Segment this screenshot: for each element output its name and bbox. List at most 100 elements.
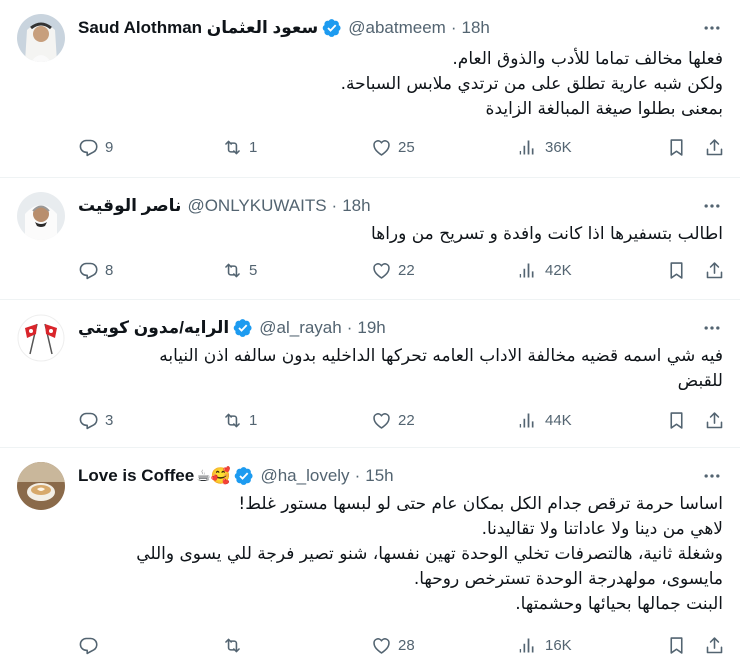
tweet-actions: 9 1 25 36K [78,135,726,159]
tweet-text-line: للقبض [677,371,723,391]
tweet-actions: 28 16K [78,633,726,657]
views-button[interactable]: 16K [518,635,572,656]
timestamp[interactable]: 19h [357,318,385,338]
like-icon [371,635,392,656]
reply-icon [78,260,99,281]
more-icon[interactable] [702,466,722,486]
display-name[interactable]: Love is Coffee [78,466,194,486]
view-count: 16K [545,636,572,654]
retweet-button[interactable] [222,635,249,656]
handle[interactable]: @ha_lovely [260,466,349,486]
avatar[interactable] [17,462,65,510]
like-count: 22 [398,411,415,429]
reply-count: 8 [105,261,114,279]
retweet-count: 1 [249,138,258,156]
reply-button[interactable]: 3 [78,410,113,431]
tweet-text-line: اطالب بتسفيرها اذا كانت وافدة و تسريح من… [371,224,723,244]
retweet-icon [222,260,243,281]
separator-dot: · [346,318,353,337]
like-count: 22 [398,261,415,279]
tweet-text-line: وشغلة ثانية، هالتصرفات تخلي الوحدة تهين … [136,544,723,564]
tweet-text: اطالب بتسفيرها اذا كانت وافدة و تسريح من… [78,222,723,247]
view-count: 42K [545,261,572,279]
verified-badge-icon [322,18,342,38]
more-icon[interactable] [702,196,722,216]
reply-button[interactable]: 8 [78,260,113,281]
more-icon[interactable] [702,18,722,38]
handle[interactable]: @al_rayah [259,318,341,338]
tweet-text-line: لاهي من دينا ولا عاداتنا ولا تقاليدنا. [481,519,723,539]
timestamp[interactable]: 18h [342,196,370,216]
separator-dot: · [354,466,361,485]
like-button[interactable]: 25 [371,137,415,158]
tweet-text: فيه شي اسمه قضيه مخالفة الاداب العامه تح… [78,344,723,394]
tweet[interactable]: ناصر الوقيت @ONLYKUWAITS · 18h اطالب بتس… [0,178,740,300]
verified-badge-icon [233,318,253,338]
retweet-button[interactable]: 5 [222,260,257,281]
retweet-button[interactable]: 1 [222,137,257,158]
like-icon [371,410,392,431]
display-name[interactable]: الرايه/مدون كويتي [78,318,229,338]
like-button[interactable]: 28 [371,635,415,656]
avatar[interactable] [17,14,65,62]
name-emoji: ☕🥰 [196,468,231,485]
tweet-text-line: البنت جمالها بحيائها وحشمتها. [515,594,723,614]
share-button[interactable] [704,260,725,281]
share-button[interactable] [704,137,725,158]
bookmark-button[interactable] [666,137,687,158]
tweet-actions: 8 5 22 42K [78,258,726,282]
reply-button[interactable] [78,635,105,656]
bookmark-button[interactable] [666,410,687,431]
reply-button[interactable]: 9 [78,137,113,158]
avatar[interactable] [17,192,65,240]
tweet-text-line: بمعنى بطلوا صيغة المبالغة الزايدة [485,99,723,119]
tweet-text: فعلها مخالف تماما للأدب والذوق العام. ول… [78,47,723,122]
share-button[interactable] [704,635,725,656]
tweet[interactable]: Love is Coffee ☕🥰 @ha_lovely · 15h اساسا… [0,448,740,665]
like-count: 25 [398,138,415,156]
handle[interactable]: @abatmeem [348,18,446,38]
views-icon [518,260,539,281]
retweet-icon [222,635,243,656]
bookmark-button[interactable] [666,635,687,656]
views-button[interactable]: 44K [518,410,572,431]
share-icon [704,410,725,431]
timestamp[interactable]: 18h [461,18,489,38]
share-button[interactable] [704,410,725,431]
view-count: 36K [545,138,572,156]
tweet-text-line: ولكن شبه عارية تطلق على من ترتدي ملابس ا… [340,74,723,94]
tweet[interactable]: الرايه/مدون كويتي @al_rayah · 19h فيه شي… [0,300,740,448]
bookmark-icon [666,260,687,281]
like-button[interactable]: 22 [371,410,415,431]
views-icon [518,410,539,431]
more-icon[interactable] [702,318,722,338]
like-button[interactable]: 22 [371,260,415,281]
views-button[interactable]: 36K [518,137,572,158]
timestamp[interactable]: 15h [365,466,393,486]
verified-badge-icon [234,466,254,486]
reply-icon [78,410,99,431]
retweet-count: 1 [249,411,258,429]
retweet-icon [222,137,243,158]
avatar[interactable] [17,314,65,362]
views-icon [518,635,539,656]
share-icon [704,137,725,158]
views-icon [518,137,539,158]
reply-icon [78,137,99,158]
separator-dot: · [331,196,338,215]
bookmark-icon [666,137,687,158]
bookmark-button[interactable] [666,260,687,281]
reply-count: 9 [105,138,114,156]
view-count: 44K [545,411,572,429]
tweet-text-line: مايسوى، مولهدرجة الوحدة تسترخص روحها. [413,569,723,589]
bookmark-icon [666,635,687,656]
display-name[interactable]: Saud Alothman سعود العثمان [78,18,318,38]
retweet-button[interactable]: 1 [222,410,257,431]
like-icon [371,260,392,281]
tweet[interactable]: Saud Alothman سعود العثمان @abatmeem · 1… [0,0,740,178]
handle[interactable]: @ONLYKUWAITS [187,196,326,216]
display-name[interactable]: ناصر الوقيت [78,196,181,216]
views-button[interactable]: 42K [518,260,572,281]
like-icon [371,137,392,158]
retweet-icon [222,410,243,431]
